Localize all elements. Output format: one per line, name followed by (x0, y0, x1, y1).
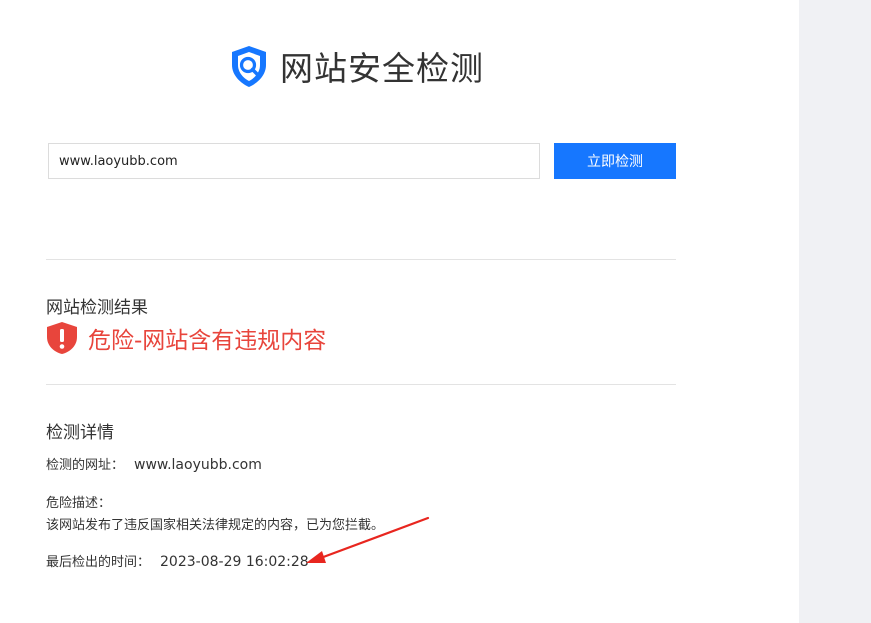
last-detected-row: 最后检出的时间： 2023-08-29 16:02:28 (46, 551, 309, 570)
divider (46, 384, 676, 385)
brand-header: 网站安全检测 (226, 42, 484, 90)
url-input[interactable] (48, 143, 540, 179)
page-title: 网站安全检测 (280, 49, 484, 88)
last-detected-time: 2023-08-29 16:02:28 (160, 554, 309, 570)
shield-search-icon (232, 46, 266, 87)
annotation-arrow-icon (306, 516, 430, 563)
danger-shield-icon (47, 322, 77, 354)
right-side-panel (799, 0, 871, 623)
danger-status-text: 危险-网站含有违规内容 (88, 328, 327, 354)
detected-url-label: 检测的网址： (46, 458, 125, 473)
risk-description-label: 危险描述： (46, 496, 112, 511)
last-detected-label: 最后检出的时间： (46, 555, 151, 570)
result-heading: 网站检测结果 (46, 298, 148, 318)
detected-url-row: 检测的网址： www.laoyubb.com (46, 454, 262, 473)
details-heading: 检测详情 (46, 423, 114, 443)
danger-status: 危险-网站含有违规内容 (46, 320, 326, 356)
divider (46, 259, 676, 260)
check-now-button[interactable]: 立即检测 (554, 143, 676, 179)
page: 网站安全检测 立即检测 网站检测结果 危险-网站含有违规内容 检测详情 检测的网… (0, 0, 871, 623)
detected-url-value: www.laoyubb.com (134, 457, 262, 473)
